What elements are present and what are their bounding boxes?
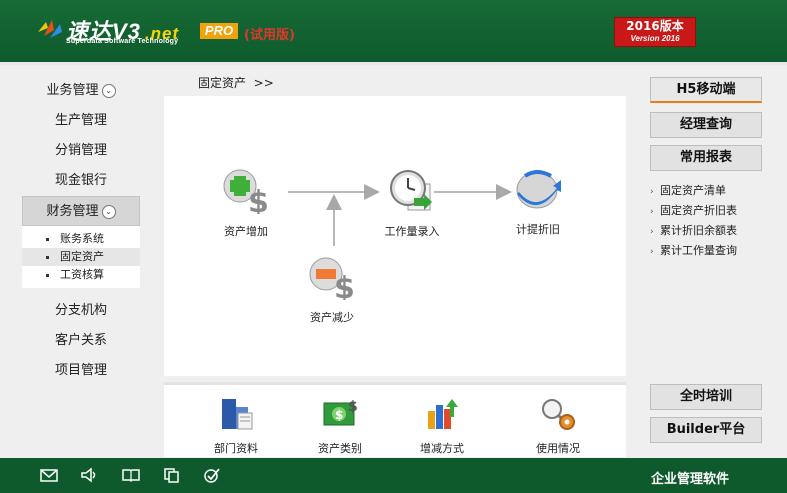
common-reports-button[interactable]: 常用报表 — [650, 145, 762, 171]
manager-query-button[interactable]: 经理查询 — [650, 112, 762, 138]
tool-usage[interactable]: 使用情况 — [526, 395, 590, 456]
subnav-item-accounting[interactable]: 账务系统 — [22, 230, 140, 248]
breadcrumb: 固定资产 >> — [198, 76, 274, 90]
version-badge: 2016版本 Version 2016 — [614, 17, 696, 47]
nav-item-production[interactable]: 生产管理 — [22, 106, 140, 136]
depreciation-refresh-icon — [516, 170, 561, 209]
speaker-icon[interactable] — [80, 467, 98, 483]
clock-icon — [390, 170, 432, 211]
mail-icon[interactable] — [40, 467, 58, 483]
footer-product-name: 企业管理软件 — [650, 472, 729, 487]
asset-reduce-icon: $ — [309, 257, 355, 306]
chevron-down-icon: ⌄ — [101, 204, 116, 219]
pro-badge: PRO — [200, 23, 238, 39]
tool-asset-category[interactable]: $ $ 资产类别 — [308, 395, 372, 456]
check-circle-icon[interactable] — [203, 467, 221, 483]
chevron-right-icon: › — [650, 207, 654, 217]
building-icon — [222, 399, 253, 430]
report-link-asset-list[interactable]: › 固定资产清单 — [650, 181, 737, 201]
subnav-item-fixed-assets[interactable]: 固定资产 — [22, 248, 140, 266]
chevron-right-icon: › — [650, 227, 654, 237]
finance-subnav: 账务系统 固定资产 工资核算 — [22, 226, 140, 288]
subnav-item-payroll[interactable]: 工资核算 — [22, 266, 140, 284]
h5-mobile-button[interactable]: H5移动端 — [650, 77, 762, 103]
report-links: › 固定资产清单 › 固定资产折旧表 › 累计折旧余额表 › 累计工作量查询 — [650, 181, 737, 261]
nav-item-projects[interactable]: 项目管理 — [22, 356, 140, 386]
logo-subtitle: Superdata Software Technology — [66, 38, 179, 45]
svg-text:$: $ — [348, 399, 358, 415]
report-link-accum-workload[interactable]: › 累计工作量查询 — [650, 241, 737, 261]
book-icon[interactable] — [122, 467, 140, 483]
workflow-canvas: $ 资产增加 工作量录入 计提折旧 $ 资产减少 — [164, 96, 626, 376]
report-link-depreciation-table[interactable]: › 固定资产折旧表 — [650, 201, 737, 221]
flow-node-asset-add[interactable]: $ 资产增加 — [210, 168, 282, 239]
flow-node-depreciation[interactable]: 计提折旧 — [502, 166, 574, 237]
tools-strip: 部门资料 $ $ 资产类别 增减方式 使用情况 — [164, 382, 626, 457]
sidebar-nav: 业务管理 ⌄ 生产管理 分销管理 现金银行 财务管理 ⌄ 账务系统 固定资产 工资核… — [22, 76, 140, 386]
flow-node-workload[interactable]: 工作量录入 — [374, 168, 450, 239]
report-link-accum-balance[interactable]: › 累计折旧余额表 — [650, 221, 737, 241]
nav-item-cash-bank[interactable]: 现金银行 — [22, 166, 140, 196]
app-footer: 企业管理软件 — [0, 458, 787, 493]
copy-icon[interactable] — [163, 467, 181, 483]
tool-change-method[interactable]: 增减方式 — [410, 395, 474, 456]
tool-department[interactable]: 部门资料 — [204, 395, 268, 456]
builder-platform-button[interactable]: Builder平台 — [650, 417, 762, 443]
header-divider — [0, 62, 787, 65]
chevron-right-icon: › — [650, 187, 654, 197]
nav-item-crm[interactable]: 客户关系 — [22, 326, 140, 356]
svg-text:$: $ — [334, 271, 355, 300]
app-header: 速达V3 .net Superdata Software Technology P… — [0, 0, 787, 62]
nav-item-business[interactable]: 业务管理 ⌄ — [22, 76, 140, 106]
magnifier-gear-icon — [542, 399, 575, 430]
svg-text:$: $ — [335, 408, 343, 422]
money-icon: $ $ — [323, 399, 358, 426]
bar-chart-icon — [428, 399, 458, 429]
nav-item-branches[interactable]: 分支机构 — [22, 296, 140, 326]
chevron-right-icon: › — [650, 247, 654, 257]
svg-text:$: $ — [248, 185, 269, 214]
asset-add-icon: $ — [223, 169, 269, 220]
trial-label: (试用版) — [244, 28, 295, 43]
flow-node-asset-reduce[interactable]: $ 资产减少 — [296, 254, 368, 325]
logo-mark-icon — [38, 20, 62, 38]
chevron-down-icon: ⌄ — [101, 83, 116, 98]
nav-item-finance[interactable]: 财务管理 ⌄ — [22, 196, 140, 226]
nav-item-distribution[interactable]: 分销管理 — [22, 136, 140, 166]
training-button[interactable]: 全时培训 — [650, 384, 762, 410]
